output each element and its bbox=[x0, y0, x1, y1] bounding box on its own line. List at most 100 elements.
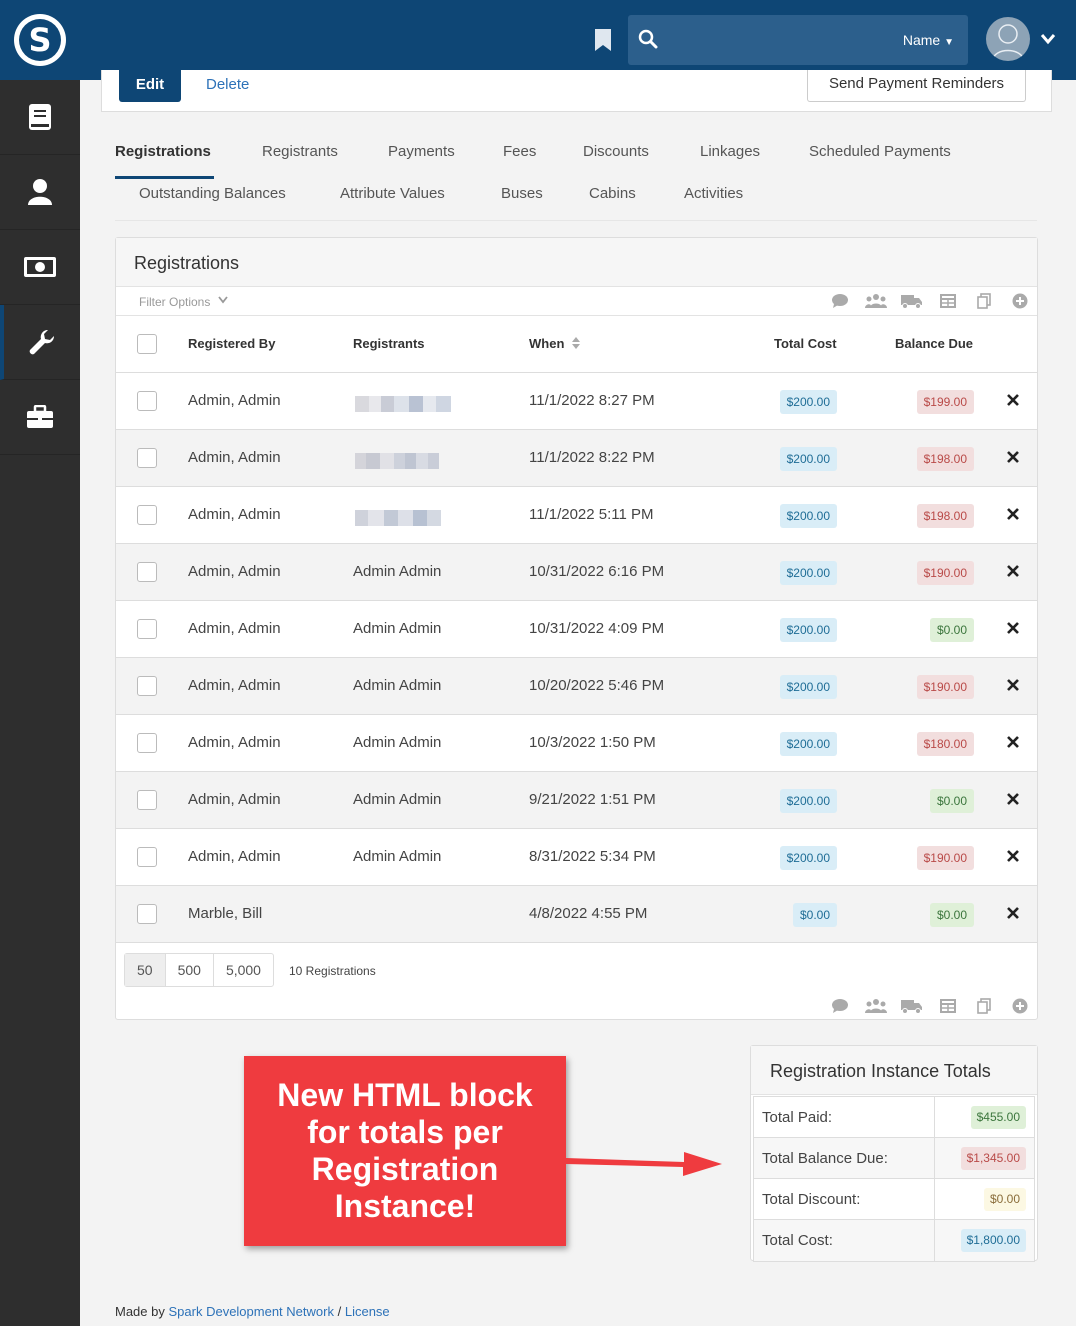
bus-icon[interactable] bbox=[894, 293, 930, 309]
bookmark-icon[interactable] bbox=[594, 29, 612, 51]
totals-value-badge: $0.00 bbox=[984, 1188, 1026, 1211]
page-size-option[interactable]: 500 bbox=[166, 954, 214, 986]
tab-scheduled-payments[interactable]: Scheduled Payments bbox=[809, 143, 951, 160]
avatar[interactable] bbox=[986, 17, 1030, 61]
add-icon[interactable] bbox=[1002, 293, 1038, 309]
table-row[interactable]: Admin, Admin Admin Admin 8/31/2022 5:34 PM… bbox=[116, 829, 1037, 886]
copy-icon[interactable] bbox=[966, 293, 1002, 309]
spark-link[interactable]: Spark Development Network bbox=[169, 1304, 334, 1319]
logo[interactable]: S bbox=[14, 14, 66, 66]
row-select-checkbox[interactable] bbox=[137, 847, 157, 867]
delete-row-icon[interactable] bbox=[1006, 849, 1020, 863]
table-row[interactable]: Admin, Admin Admin Admin 10/31/2022 4:09 P… bbox=[116, 601, 1037, 658]
search-scope-dropdown[interactable]: Name ▼ bbox=[903, 32, 954, 48]
table-row[interactable]: Admin, Admin Admin Admin 10/31/2022 6:16 P… bbox=[116, 544, 1037, 601]
filter-options-toggle[interactable]: Filter Options bbox=[139, 295, 210, 309]
column-registered-by[interactable]: Registered By bbox=[188, 336, 275, 351]
registered-by-cell: Admin, Admin bbox=[188, 563, 281, 580]
sidebar-item-content[interactable] bbox=[0, 80, 80, 155]
totals-header: Registration Instance Totals bbox=[751, 1046, 1037, 1095]
tab-linkages[interactable]: Linkages bbox=[700, 143, 760, 160]
registered-by-cell: Admin, Admin bbox=[188, 506, 281, 523]
row-select-checkbox[interactable] bbox=[137, 562, 157, 582]
sidebar-item-people[interactable] bbox=[0, 155, 80, 230]
total-cost-badge: $200.00 bbox=[780, 732, 837, 756]
table-row[interactable]: Marble, Bill 4/8/2022 4:55 PM $0.00 $0.00 bbox=[116, 886, 1037, 943]
table-row[interactable]: Admin, Admin 11/1/2022 8:22 PM $200.00 $198… bbox=[116, 430, 1037, 487]
sidebar-item-admin[interactable] bbox=[0, 380, 80, 455]
row-select-checkbox[interactable] bbox=[137, 733, 157, 753]
row-select-checkbox[interactable] bbox=[137, 391, 157, 411]
merge-people-icon[interactable] bbox=[858, 998, 894, 1014]
grid-actions-top bbox=[822, 293, 1038, 309]
column-total-cost[interactable]: Total Cost bbox=[774, 336, 837, 351]
delete-row-icon[interactable] bbox=[1006, 792, 1020, 806]
edit-button[interactable]: Edit bbox=[119, 70, 181, 102]
column-balance-due[interactable]: Balance Due bbox=[895, 336, 973, 351]
communicate-icon[interactable] bbox=[822, 998, 858, 1014]
communicate-icon[interactable] bbox=[822, 293, 858, 309]
totals-title: Registration Instance Totals bbox=[770, 1061, 991, 1082]
chevron-down-icon[interactable] bbox=[1040, 32, 1056, 46]
table-row[interactable]: Admin, Admin Admin Admin 10/20/2022 5:46 P… bbox=[116, 658, 1037, 715]
row-select-checkbox[interactable] bbox=[137, 676, 157, 696]
column-registrants[interactable]: Registrants bbox=[353, 336, 425, 351]
row-select-checkbox[interactable] bbox=[137, 448, 157, 468]
table-row[interactable]: Admin, Admin Admin Admin 10/3/2022 1:50 PM… bbox=[116, 715, 1037, 772]
when-cell: 10/31/2022 4:09 PM bbox=[529, 620, 664, 637]
excel-export-icon[interactable] bbox=[930, 998, 966, 1014]
registered-by-cell: Admin, Admin bbox=[188, 677, 281, 694]
tab-attribute-values[interactable]: Attribute Values bbox=[340, 185, 445, 202]
table-row[interactable]: Admin, Admin 11/1/2022 8:27 PM $200.00 $199… bbox=[116, 373, 1037, 430]
sidebar-item-tools[interactable] bbox=[0, 305, 80, 380]
merge-people-icon[interactable] bbox=[858, 293, 894, 309]
registrants-cell: Admin Admin bbox=[353, 791, 441, 808]
when-cell: 10/3/2022 1:50 PM bbox=[529, 734, 656, 751]
delete-row-icon[interactable] bbox=[1006, 735, 1020, 749]
tab-payments[interactable]: Payments bbox=[388, 143, 455, 160]
tab-registrations[interactable]: Registrations bbox=[115, 143, 211, 160]
delete-row-icon[interactable] bbox=[1006, 621, 1020, 635]
chevron-down-icon[interactable] bbox=[218, 296, 228, 304]
registrations-grid-panel: Registrations Filter Options Registered … bbox=[115, 237, 1038, 1020]
totals-row-cost: Total Cost: $1,800.00 bbox=[754, 1220, 1034, 1261]
row-select-checkbox[interactable] bbox=[137, 904, 157, 924]
license-link[interactable]: License bbox=[345, 1304, 390, 1319]
table-row[interactable]: Admin, Admin Admin Admin 9/21/2022 1:51 PM… bbox=[116, 772, 1037, 829]
delete-row-icon[interactable] bbox=[1006, 678, 1020, 692]
bus-icon[interactable] bbox=[894, 998, 930, 1014]
sidebar-item-finance[interactable] bbox=[0, 230, 80, 305]
totals-value-badge: $455.00 bbox=[971, 1106, 1026, 1129]
tab-discounts[interactable]: Discounts bbox=[583, 143, 649, 160]
tab-outstanding-balances[interactable]: Outstanding Balances bbox=[139, 185, 286, 202]
tab-activities[interactable]: Activities bbox=[684, 185, 743, 202]
page-size-option[interactable]: 5,000 bbox=[214, 954, 273, 986]
registered-by-cell: Admin, Admin bbox=[188, 392, 281, 409]
caret-down-icon: ▼ bbox=[944, 37, 954, 48]
delete-row-icon[interactable] bbox=[1006, 507, 1020, 521]
delete-link[interactable]: Delete bbox=[206, 76, 249, 93]
row-select-checkbox[interactable] bbox=[137, 505, 157, 525]
registered-by-cell: Admin, Admin bbox=[188, 620, 281, 637]
tab-cabins[interactable]: Cabins bbox=[589, 185, 636, 202]
table-row[interactable]: Admin, Admin 11/1/2022 5:11 PM $200.00 $198… bbox=[116, 487, 1037, 544]
send-payment-reminders-button[interactable]: Send Payment Reminders bbox=[807, 70, 1026, 102]
tab-fees[interactable]: Fees bbox=[503, 143, 536, 160]
add-icon[interactable] bbox=[1002, 998, 1038, 1014]
tab-buses[interactable]: Buses bbox=[501, 185, 543, 202]
row-select-checkbox[interactable] bbox=[137, 790, 157, 810]
registered-by-cell: Admin, Admin bbox=[188, 791, 281, 808]
delete-row-icon[interactable] bbox=[1006, 450, 1020, 464]
column-when[interactable]: When bbox=[529, 336, 581, 351]
delete-row-icon[interactable] bbox=[1006, 393, 1020, 407]
select-all-checkbox[interactable] bbox=[137, 334, 157, 354]
delete-row-icon[interactable] bbox=[1006, 564, 1020, 578]
tab-registrants[interactable]: Registrants bbox=[262, 143, 338, 160]
search-input[interactable]: Name ▼ bbox=[628, 15, 968, 65]
excel-export-icon[interactable] bbox=[930, 293, 966, 309]
row-select-checkbox[interactable] bbox=[137, 619, 157, 639]
delete-row-icon[interactable] bbox=[1006, 906, 1020, 920]
copy-icon[interactable] bbox=[966, 998, 1002, 1014]
registrants-cell: Admin Admin bbox=[353, 620, 441, 637]
page-size-option[interactable]: 50 bbox=[125, 954, 166, 986]
